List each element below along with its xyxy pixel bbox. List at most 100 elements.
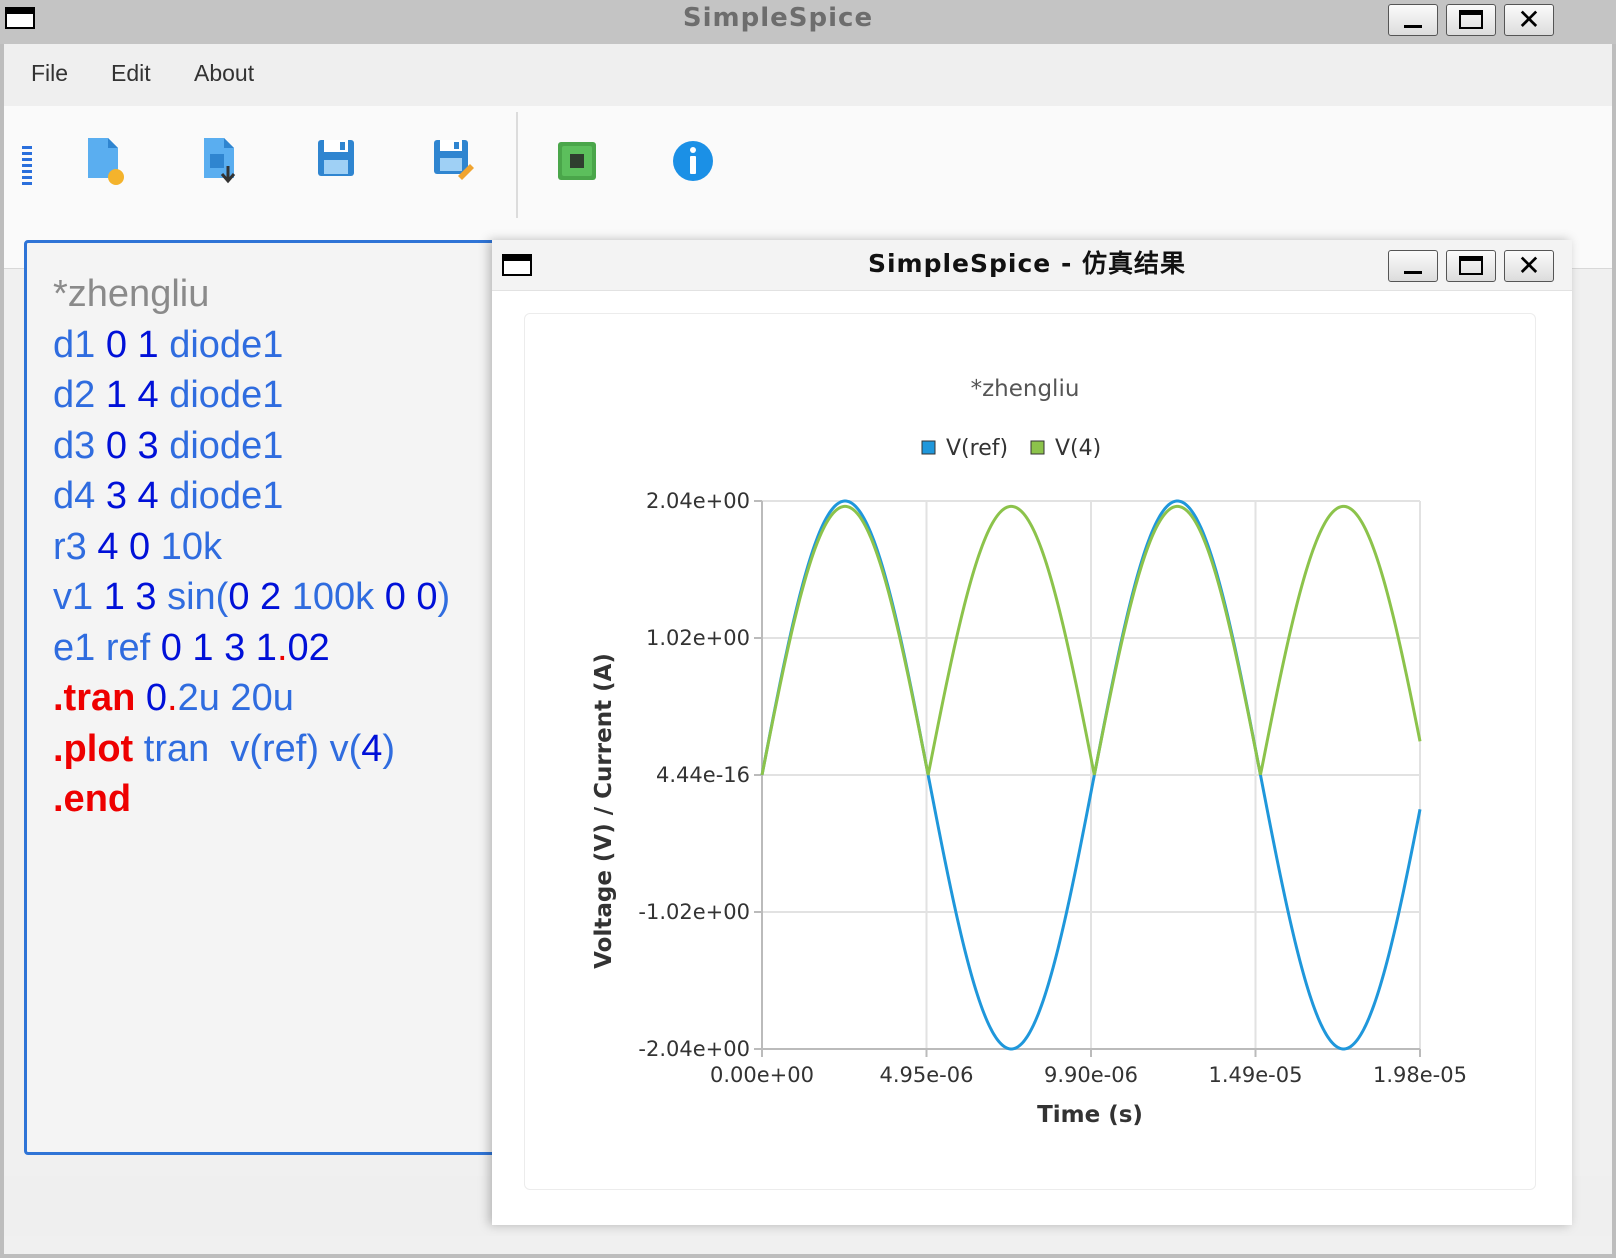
y-tick-label: 1.02e+00 xyxy=(646,626,750,650)
close-icon: ✕ xyxy=(1517,3,1541,36)
result-titlebar: SimpleSpice - 仿真结果 ✕ xyxy=(492,240,1572,291)
code-token: diode1 xyxy=(169,475,284,517)
legend-swatch xyxy=(1030,440,1045,455)
code-line: .plot tran v(ref) v(4) xyxy=(53,724,450,775)
code-line: d4 3 4 diode1 xyxy=(53,471,450,522)
code-line: e1 ref 0 1 3 1.02 xyxy=(53,623,450,674)
import-file-icon xyxy=(204,138,236,184)
code-token: e1 ref xyxy=(53,626,161,669)
main-maximize-button[interactable] xyxy=(1446,4,1496,36)
result-close-button[interactable]: ✕ xyxy=(1504,250,1554,282)
legend-swatch xyxy=(921,440,936,455)
y-tick-label: 2.04e+00 xyxy=(646,489,750,513)
code-line: .end xyxy=(53,774,450,825)
code-line: *zhengliu xyxy=(53,269,450,320)
save-icon xyxy=(318,140,354,176)
code-line: d3 0 3 diode1 xyxy=(53,421,450,472)
x-tick-label: 1.98e-05 xyxy=(1373,1063,1467,1087)
result-body: *zhengliu V(ref) V(4) 0.00e+00 4.95e-06 9.9… xyxy=(492,291,1572,1225)
chart-title: *zhengliu xyxy=(971,376,1080,402)
maximize-icon xyxy=(1459,10,1483,29)
code-line: d2 1 4 diode1 xyxy=(53,370,450,421)
main-titlebar: SimpleSpice ✕ xyxy=(0,0,1616,44)
code-token: 0 2 xyxy=(228,576,292,618)
code-token: d4 xyxy=(53,475,106,517)
code-token: . xyxy=(167,677,178,719)
main-minimize-button[interactable] xyxy=(1388,4,1438,36)
code-token: ) xyxy=(382,727,396,770)
main-window-title: SimpleSpice xyxy=(682,3,874,33)
maximize-icon xyxy=(1459,256,1483,275)
code-token: 4 0 xyxy=(97,525,161,568)
code-token: sin( xyxy=(167,576,229,618)
legend-label: V(4) xyxy=(1055,436,1101,461)
code-line: v1 1 3 sin(0 2 100k 0 0) xyxy=(53,572,450,623)
save-button[interactable] xyxy=(312,136,362,186)
code-token: 1 3 xyxy=(103,576,168,618)
x-tick-label: 4.95e-06 xyxy=(880,1063,974,1087)
toolbar-grip-handle[interactable] xyxy=(22,146,32,186)
code-token: diode1 xyxy=(169,374,284,416)
code-token: *zhengliu xyxy=(53,273,210,315)
save-as-button[interactable] xyxy=(428,136,478,186)
code-token: . xyxy=(276,626,288,669)
result-maximize-button[interactable] xyxy=(1446,250,1496,282)
code-token: 10k xyxy=(160,525,223,568)
x-tick-label: 1.49e-05 xyxy=(1209,1063,1303,1087)
code-token: 0 1 xyxy=(105,323,170,366)
code-token: .plot xyxy=(53,727,144,770)
menubar: File Edit About xyxy=(4,44,1612,106)
chart-legend: V(ref) V(4) xyxy=(921,436,1101,461)
minimize-icon xyxy=(1404,25,1422,28)
import-file-button[interactable] xyxy=(198,136,248,186)
code-token: 0 3 xyxy=(105,424,170,467)
save-as-icon xyxy=(434,140,474,180)
new-file-button[interactable] xyxy=(82,136,132,186)
menu-file[interactable]: File xyxy=(31,60,68,87)
code-token: tran v(ref) v( xyxy=(143,727,362,770)
info-button[interactable] xyxy=(668,136,718,186)
new-file-icon xyxy=(88,138,124,185)
close-icon: ✕ xyxy=(1517,249,1541,282)
info-icon xyxy=(673,141,713,181)
x-tick-label: 9.90e-06 xyxy=(1044,1063,1138,1087)
y-axis-label: Voltage (V) / Current (A) xyxy=(591,653,617,969)
code-token: diode1 xyxy=(169,424,284,467)
code-token: 100k xyxy=(291,576,385,618)
chart-panel: *zhengliu V(ref) V(4) 0.00e+00 4.95e-06 9.9… xyxy=(524,313,1536,1190)
menu-about[interactable]: About xyxy=(194,60,254,87)
code-token: 0 0 xyxy=(384,576,438,618)
code-token: 02 xyxy=(287,626,330,669)
code-line: d1 0 1 diode1 xyxy=(53,320,450,371)
code-token: 0 1 3 1 xyxy=(160,626,277,669)
code-token: diode1 xyxy=(169,323,284,366)
code-token: v1 xyxy=(53,576,104,618)
code-token: 2u 20u xyxy=(177,677,294,719)
chart-grid xyxy=(762,500,1421,1050)
toolbar-separator xyxy=(516,112,518,218)
run-simulation-icon xyxy=(558,142,596,180)
y-tick-label: -2.04e+00 xyxy=(638,1037,750,1061)
code-token: d1 xyxy=(53,323,106,366)
code-token: ) xyxy=(437,576,451,618)
code-token: .end xyxy=(53,778,132,820)
code-line: r3 4 0 10k xyxy=(53,522,450,573)
result-minimize-button[interactable] xyxy=(1388,250,1438,282)
menu-edit[interactable]: Edit xyxy=(111,60,151,87)
code-token: 3 4 xyxy=(105,475,170,517)
code-token: d3 xyxy=(53,424,106,467)
run-simulation-button[interactable] xyxy=(552,136,602,186)
simulation-chart[interactable]: *zhengliu V(ref) V(4) 0.00e+00 4.95e-06 9.9… xyxy=(525,314,1535,1189)
code-token: 0 xyxy=(145,677,168,719)
code-token: 4 xyxy=(361,727,383,770)
y-tick-label: 4.44e-16 xyxy=(656,763,750,787)
code-token: d2 xyxy=(53,374,106,416)
result-window: SimpleSpice - 仿真结果 ✕ *zhengliu V(ref) V(4… xyxy=(492,240,1572,1225)
code-token: r3 xyxy=(53,525,98,568)
code-token: 1 4 xyxy=(105,374,170,416)
x-tick-label: 0.00e+00 xyxy=(710,1063,814,1087)
legend-label: V(ref) xyxy=(946,436,1008,461)
main-close-button[interactable]: ✕ xyxy=(1504,4,1554,36)
y-tick-label: -1.02e+00 xyxy=(638,900,750,924)
code-line: .tran 0.2u 20u xyxy=(53,673,450,724)
